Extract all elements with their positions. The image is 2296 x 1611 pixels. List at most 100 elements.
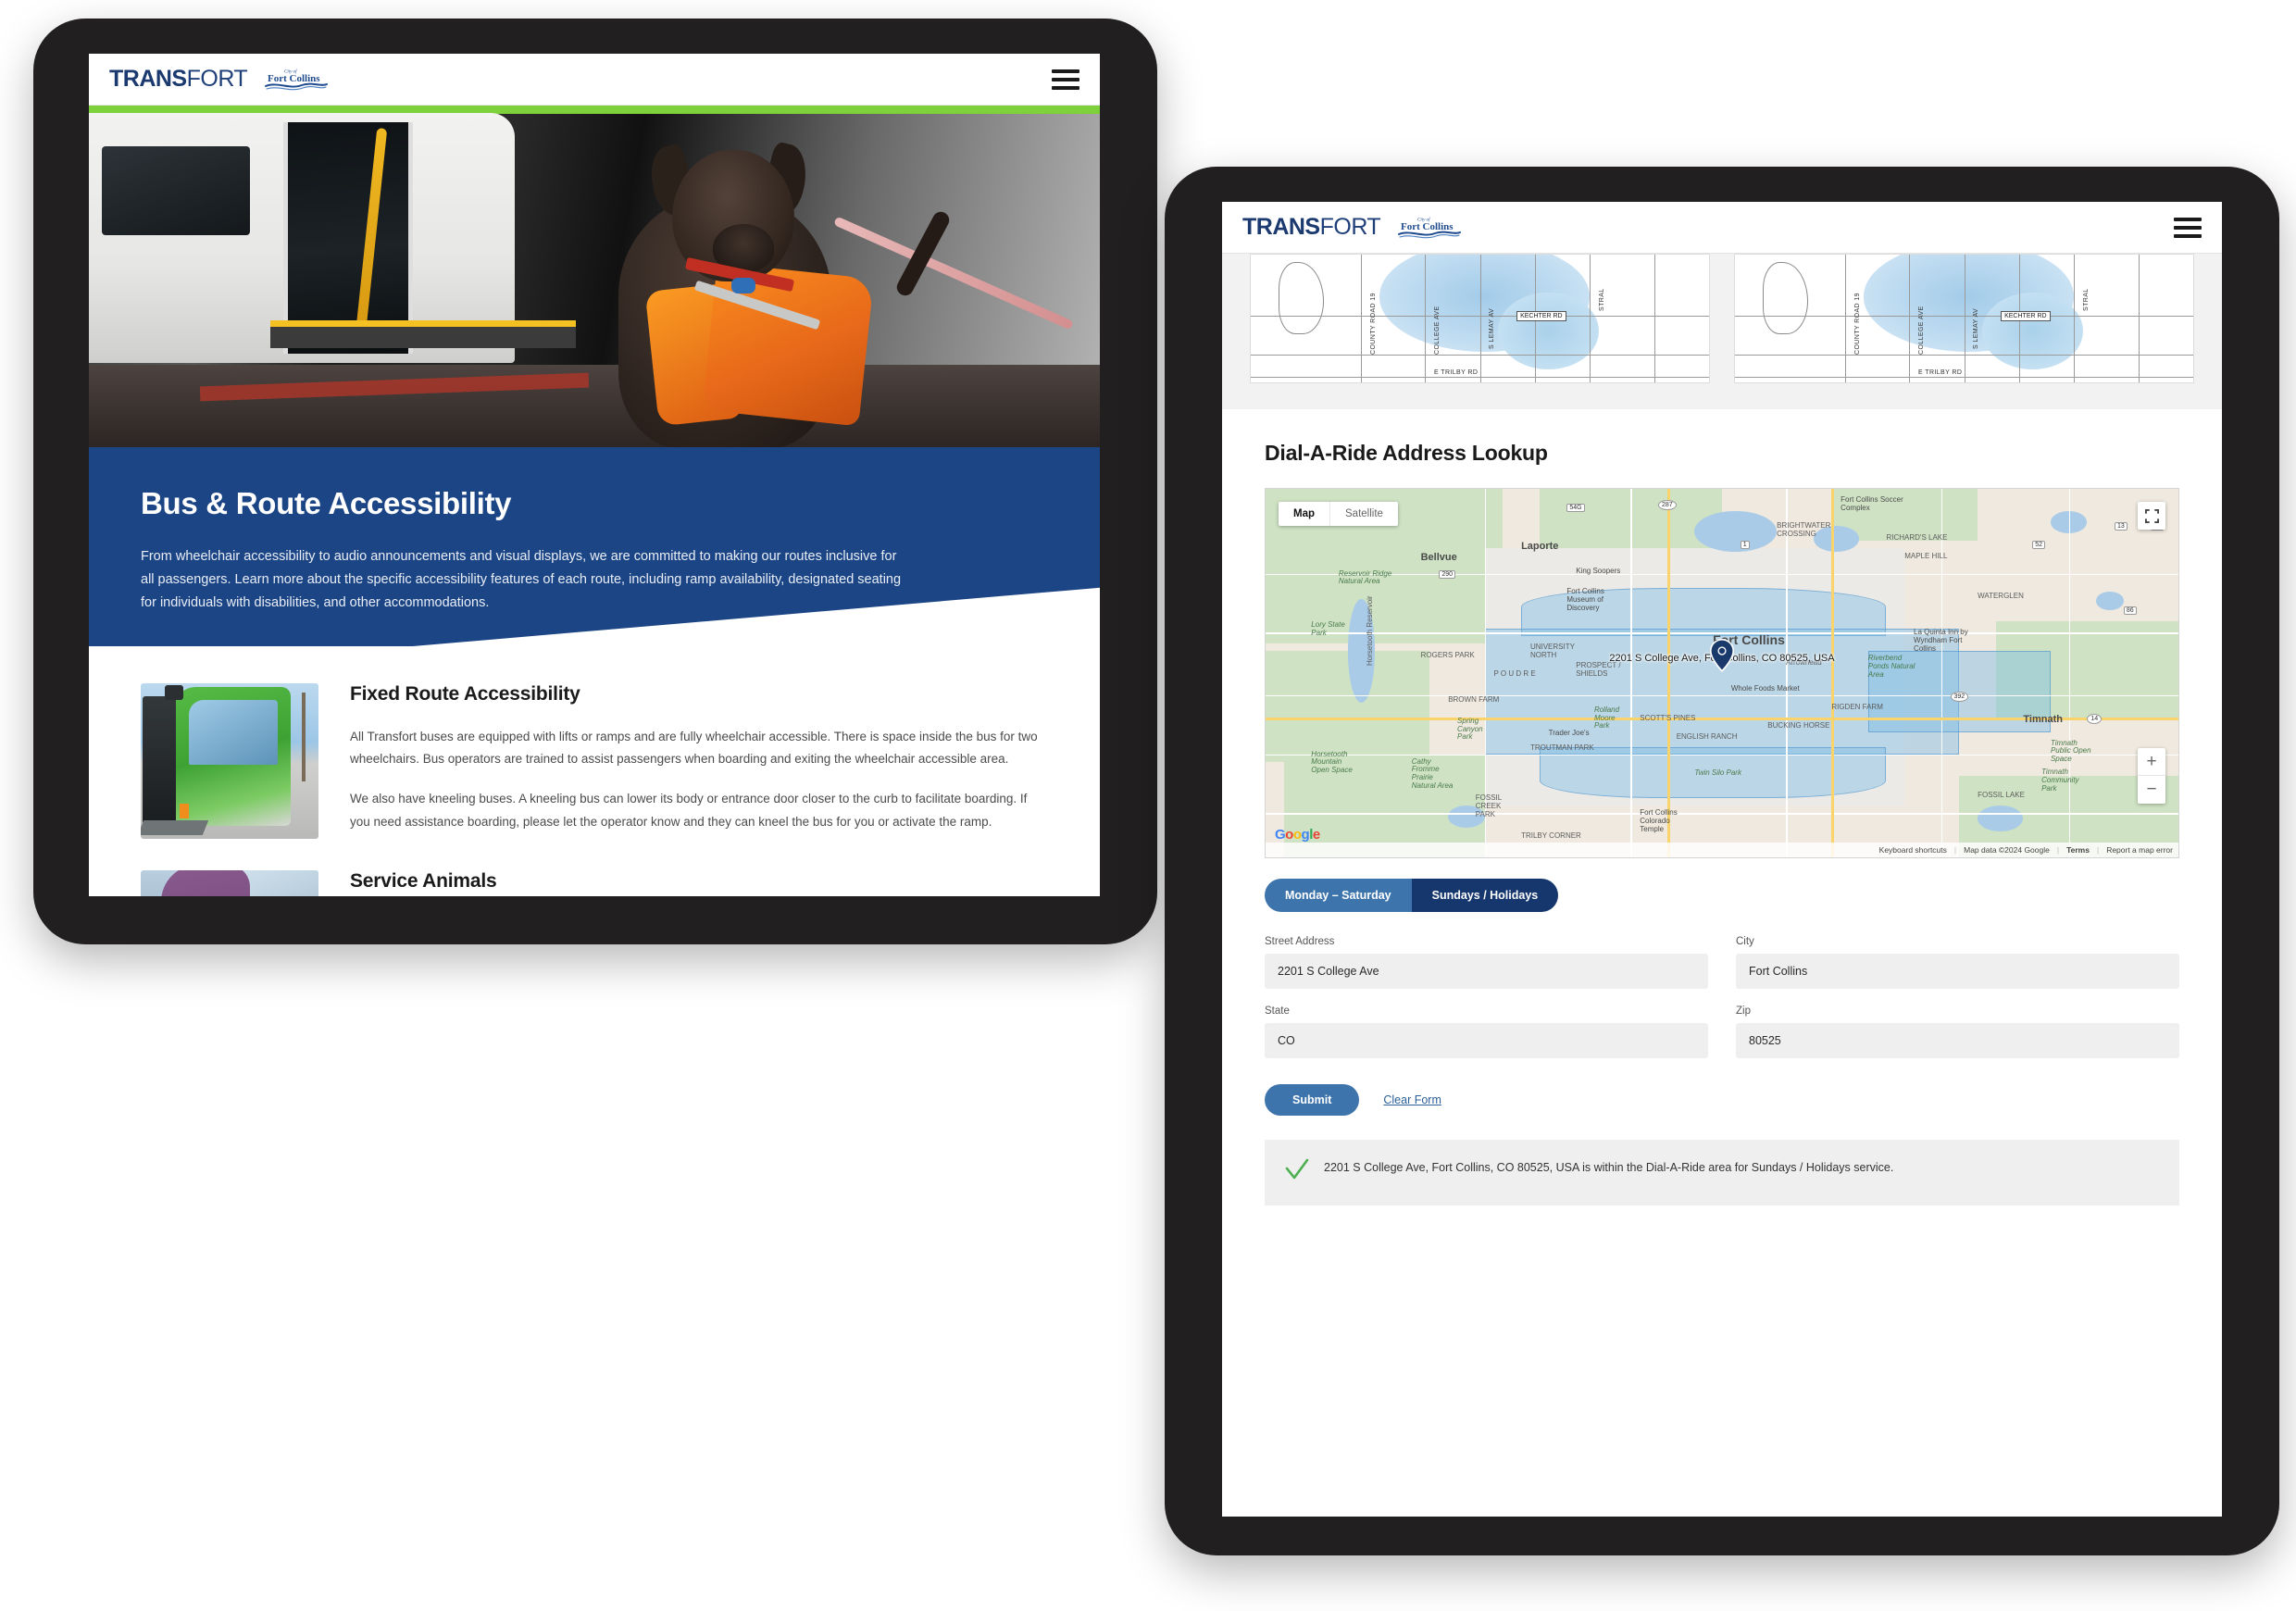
lookup-result-message: 2201 S College Ave, Fort Collins, CO 805…: [1324, 1161, 1894, 1174]
map-label-riverbend-ponds: Riverbend Ponds Natural Area: [1867, 654, 1915, 679]
monday-saturday-button[interactable]: Monday – Saturday: [1265, 879, 1412, 912]
green-bus-marker-light-shape: [180, 803, 189, 818]
map-shield-1: 1: [1740, 540, 1750, 549]
terms-link[interactable]: Terms: [2066, 845, 2090, 855]
map-thumbnail-2[interactable]: COUNTY ROAD 19 COLLEGE AVE S LEMAY AV KE…: [1734, 254, 2194, 383]
google-map[interactable]: 287 54G 14 1 52 13 15 86 392 15 290 Bell…: [1265, 488, 2179, 858]
field-group-city: City: [1736, 936, 2179, 989]
bus-window-shape: [102, 146, 250, 235]
map-road-ns-4: [1940, 489, 1943, 857]
map-thumbnail-1[interactable]: COUNTY ROAD 19 COLLEGE AVE S LEMAY AV KE…: [1250, 254, 1710, 383]
right-screen: TRANSFORT City of Fort Collins COUNTY RO…: [1222, 202, 2222, 1517]
map-shield-52: 52: [2032, 540, 2046, 549]
service-day-toggle[interactable]: Monday – Saturday Sundays / Holidays: [1265, 879, 2179, 912]
map-pin-icon[interactable]: [1710, 638, 1734, 677]
map-label-bucking-horse: BUCKING HORSE: [1767, 720, 1830, 730]
map-type-control[interactable]: Map Satellite: [1279, 502, 1398, 526]
map-label-timnath-open-space: Timnath Public Open Space: [2050, 738, 2091, 764]
map-label-soccer-complex: Fort Collins Soccer Complex: [1841, 494, 1903, 512]
brand-logo-right[interactable]: TRANSFORT City of Fort Collins: [1242, 212, 1462, 244]
hamburger-menu-icon[interactable]: [1052, 69, 1079, 90]
section-title-fixed-route: Fixed Route Accessibility: [350, 682, 580, 705]
street-address-input[interactable]: [1265, 954, 1708, 989]
thumb2-label-county-road-19: COUNTY ROAD 19: [1853, 292, 1861, 355]
thumb2-label-stral: STRAL: [2083, 288, 2090, 311]
map-road-ns-5: [2068, 489, 2071, 857]
field-group-street-address: Street Address: [1265, 936, 1708, 989]
map-label-university-north: UNIVERSITY NORTH: [1529, 643, 1575, 659]
map-label-cathy-fromme: Cathy Fromme Prairie Natural Area: [1411, 756, 1454, 790]
map-type-map-button[interactable]: Map: [1279, 502, 1330, 526]
section-service-animals: Service Animals Passengers who require a…: [89, 869, 1100, 896]
google-logo: Google: [1275, 827, 1320, 843]
city-of-fort-collins-logo: City of Fort Collins: [264, 64, 329, 95]
zoom-out-button[interactable]: −: [2138, 776, 2165, 804]
hamburger-bar-2: [2174, 225, 2202, 230]
map-attribution-bar: Keyboard shortcuts | Map data ©2024 Goog…: [1266, 843, 2178, 857]
map-label-spring-canyon-park: Spring Canyon Park: [1457, 716, 1483, 742]
map-road-ew-4: [1266, 754, 2178, 756]
green-bus-door-shape: [143, 695, 176, 824]
transfort-bold: TRANS: [109, 66, 187, 92]
hamburger-bar-3: [1052, 85, 1079, 90]
green-bus-mirror-shape: [165, 684, 183, 700]
thumb1-label-stral: STRAL: [1599, 288, 1606, 311]
map-label-horsetooth-mountain: Horsetooth Mountain Open Space: [1311, 749, 1353, 775]
fixed-route-image: [141, 682, 318, 839]
thumb2-label-lemay-ave: S LEMAY AV: [1973, 308, 1980, 350]
map-label-timnath: Timnath: [2023, 713, 2063, 725]
section-title-service-animals: Service Animals: [350, 869, 497, 892]
sundays-holidays-button[interactable]: Sundays / Holidays: [1411, 879, 1559, 912]
section-fixed-route-accessibility: Fixed Route Accessibility All Transfort …: [89, 682, 1100, 839]
thumb2-label-college-ave: COLLEGE AVE: [1918, 306, 1925, 355]
city-input[interactable]: [1736, 954, 2179, 989]
hero-paragraph: From wheelchair accessibility to audio a…: [141, 549, 902, 610]
attribution-separator-3: |: [2096, 845, 2100, 855]
map-shield-287: 287: [1657, 499, 1677, 510]
map-label-brightwater-crossing: BRIGHTWATER CROSSING: [1777, 520, 1831, 538]
map-road-ns-3: [1786, 489, 1788, 857]
map-label-english-ranch: ENGLISH RANCH: [1676, 731, 1738, 741]
map-label-rigden-farm: RIGDEN FARM: [1831, 702, 1883, 711]
clear-form-link[interactable]: Clear Form: [1383, 1093, 1441, 1106]
green-check-icon: [1285, 1158, 1309, 1187]
submit-button[interactable]: Submit: [1265, 1084, 1360, 1116]
zip-input[interactable]: [1736, 1023, 2179, 1058]
map-shield-86: 86: [2123, 606, 2137, 616]
map-label-poudre: P O U D R E: [1493, 669, 1536, 679]
map-label-fossil-creek-park: FOSSIL CREEK PARK: [1475, 793, 1502, 818]
state-input[interactable]: [1265, 1023, 1708, 1058]
map-road-ew-3: [1266, 694, 2178, 697]
map-label-twin-silo-park: Twin Silo Park: [1694, 768, 1741, 778]
city-of-fort-collins-logo-right: City of Fort Collins: [1397, 212, 1462, 244]
thumb2-label-kechter-rd: KECHTER RD: [2001, 310, 2051, 321]
screenshot-stage: TRANSFORT City of Fort Collins Bus & Rou…: [0, 0, 2296, 1611]
map-label-waterglen: WATERGLEN: [1978, 592, 2024, 601]
hamburger-bar-1: [1052, 69, 1079, 73]
map-label-maple-hill: MAPLE HILL: [1904, 551, 1948, 560]
fixed-route-paragraph-2: We also have kneeling buses. A kneeling …: [350, 791, 1028, 829]
map-label-richards-lake: RICHARD'S LAKE: [1886, 532, 1948, 542]
map-label-laporte: Laporte: [1521, 540, 1559, 552]
map-label-trader-joes: Trader Joe's: [1548, 728, 1590, 737]
thumb1-label-lemay-ave: S LEMAY AV: [1489, 308, 1496, 350]
keyboard-shortcuts-link[interactable]: Keyboard shortcuts: [1879, 845, 1947, 855]
svg-text:Fort Collins: Fort Collins: [1401, 221, 1454, 232]
field-group-state: State: [1265, 1005, 1708, 1058]
site-header-right: TRANSFORT City of Fort Collins: [1222, 202, 2222, 254]
map-type-satellite-button[interactable]: Satellite: [1330, 502, 1398, 526]
map-label-prospect-shields: PROSPECT / SHIELDS: [1576, 661, 1621, 678]
map-label-rolland-moore-park: Rolland Moore Park: [1593, 705, 1620, 731]
transfort-wordmark-right: TRANSFORT: [1242, 216, 1381, 239]
map-zoom-control[interactable]: + −: [2138, 748, 2165, 804]
fullscreen-icon[interactable]: [2138, 502, 2165, 530]
bus-window-shape-2: [241, 869, 318, 896]
hamburger-menu-icon-right[interactable]: [2174, 217, 2202, 238]
map-label-horsetooth-reservoir: Horsetooth Reservoir: [1366, 595, 1375, 667]
green-bus-windshield-shape: [189, 699, 278, 765]
attribution-separator-2: |: [2056, 845, 2060, 855]
report-map-error-link[interactable]: Report a map error: [2106, 845, 2173, 855]
map-label-rogers-park: ROGERS PARK: [1420, 651, 1475, 660]
brand-logo-left[interactable]: TRANSFORT City of Fort Collins: [109, 64, 329, 95]
zoom-in-button[interactable]: +: [2138, 748, 2165, 776]
